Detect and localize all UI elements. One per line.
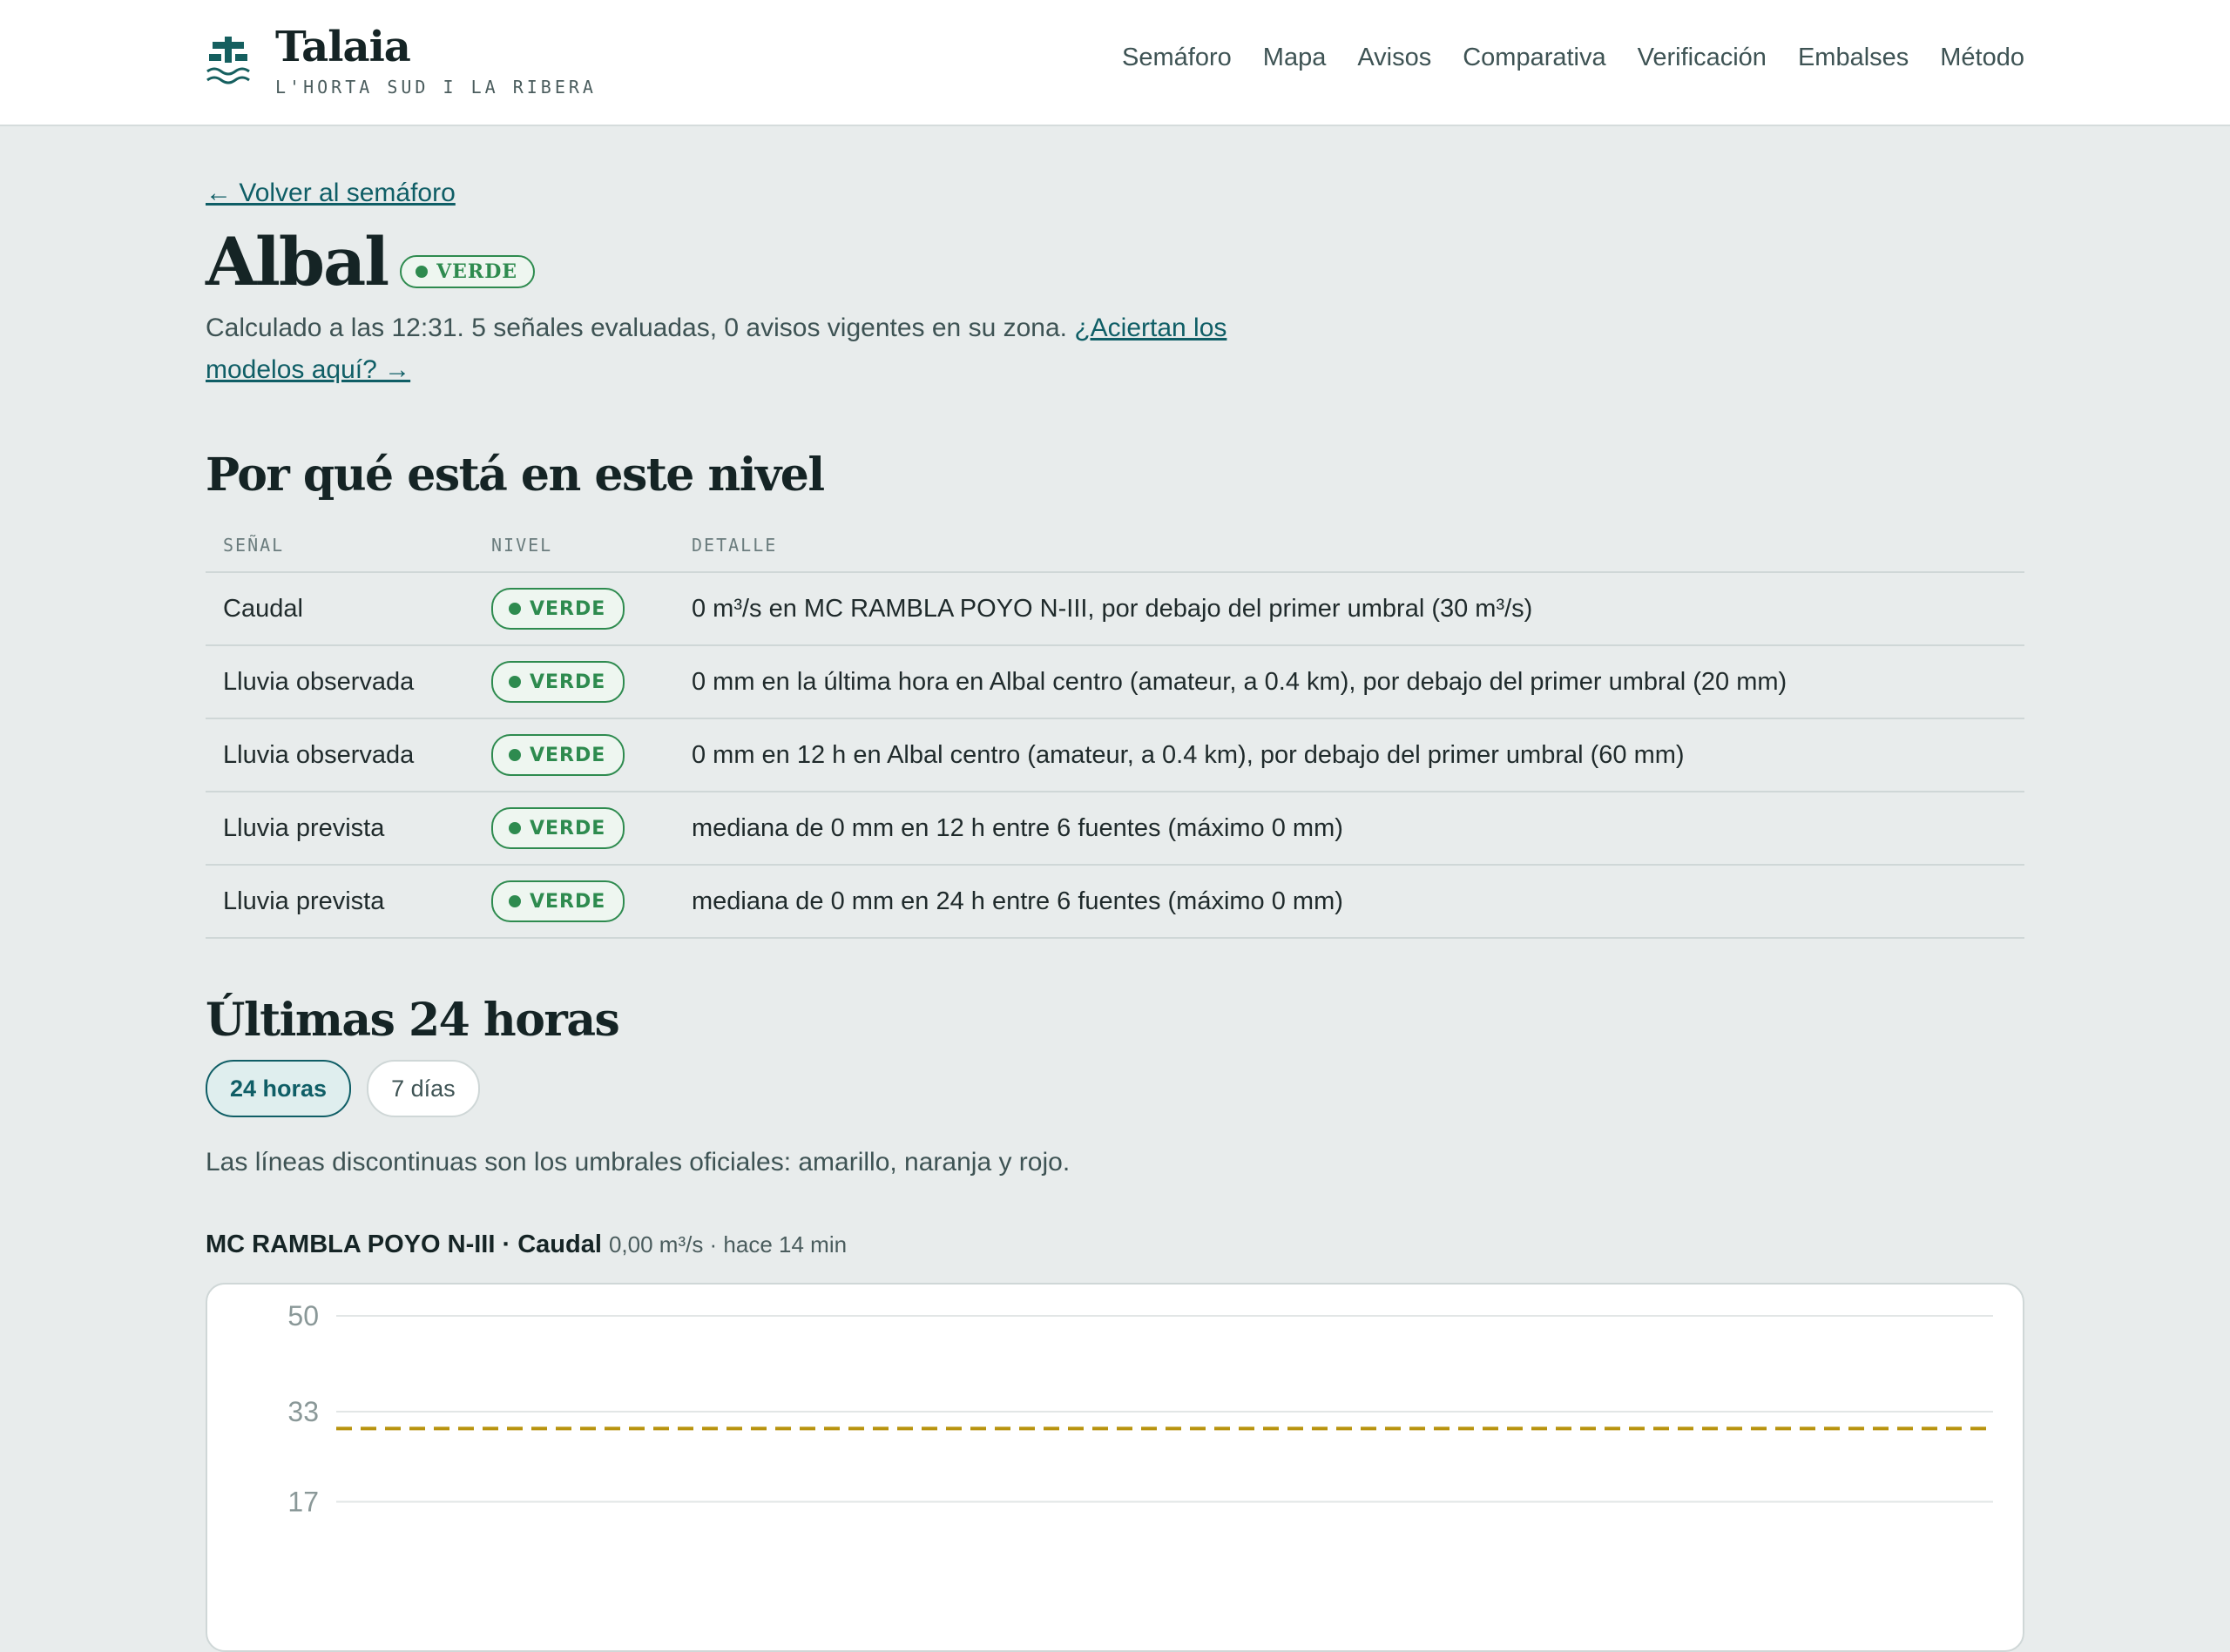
threshold-note: Las líneas discontinuas son los umbrales… — [206, 1148, 1071, 1177]
level-badge: VERDE — [491, 807, 625, 849]
col-detail: DETALLE — [692, 535, 778, 556]
watchtower-waves-icon — [206, 37, 250, 84]
main-nav: Semáforo Mapa Avisos Comparativa Verific… — [1122, 44, 2024, 72]
status-dot-icon — [509, 749, 521, 761]
signal-name: Lluvia observada — [223, 667, 415, 696]
summary: Calculado a las 12:31. 5 señales evaluad… — [206, 307, 1277, 391]
signal-name: Lluvia observada — [223, 740, 415, 769]
level-badge: VERDE — [491, 734, 625, 776]
nav-avisos[interactable]: Avisos — [1357, 44, 1431, 72]
nav-metodo[interactable]: Método — [1940, 44, 2024, 72]
col-level: NIVEL — [491, 535, 553, 556]
level-label: VERDE — [530, 744, 606, 766]
chart-title: MC RAMBLA POYO N-III · Caudal 0,00 m³/s … — [206, 1231, 847, 1259]
signal-name: Caudal — [223, 594, 303, 623]
status-dot-icon — [416, 266, 429, 278]
tab-7-dias[interactable]: 7 días — [367, 1060, 480, 1117]
chart-station: MC RAMBLA POYO N-III — [206, 1231, 496, 1258]
signal-detail: mediana de 0 mm en 12 h entre 6 fuentes … — [692, 813, 1343, 842]
chart-meta: 0,00 m³/s · hace 14 min — [608, 1231, 848, 1258]
signals-table: SEÑAL NIVEL DETALLE Caudal VERDE 0 m³/s … — [206, 523, 2024, 939]
table-row: Lluvia observada VERDE 0 mm en 12 h en A… — [206, 719, 2024, 792]
level-badge: VERDE — [491, 588, 625, 630]
y-tick-label: 17 — [287, 1487, 319, 1518]
table-row: Lluvia prevista VERDE mediana de 0 mm en… — [206, 792, 2024, 866]
y-tick-label: 33 — [287, 1396, 319, 1427]
status-badge: VERDE — [400, 255, 536, 288]
nav-verificacion[interactable]: Verificación — [1638, 44, 1767, 72]
top-bar: Talaia L'HORTA SUD I LA RIBERA Semáforo … — [0, 0, 2230, 126]
last-24h-heading: Últimas 24 horas — [206, 994, 620, 1047]
back-link[interactable]: ← Volver al semáforo — [206, 179, 456, 208]
status-dot-icon — [509, 895, 521, 907]
level-cell: VERDE — [491, 719, 625, 791]
table-header: SEÑAL NIVEL DETALLE — [206, 523, 2024, 573]
title-row: Albal VERDE — [206, 223, 536, 300]
level-label: VERDE — [530, 597, 606, 620]
brand-name: Talaia — [275, 23, 411, 71]
flow-chart-svg: 50 33 17 — [287, 1300, 1993, 1518]
level-cell: VERDE — [491, 792, 625, 864]
y-tick-label: 50 — [287, 1300, 319, 1332]
status-dot-icon — [509, 822, 521, 834]
table-row: Lluvia observada VERDE 0 mm en la última… — [206, 646, 2024, 719]
nav-mapa[interactable]: Mapa — [1263, 44, 1327, 72]
signal-detail: 0 mm en la última hora en Albal centro (… — [692, 667, 1787, 696]
status-label: VERDE — [436, 260, 518, 283]
why-heading: Por qué está en este nivel — [206, 448, 825, 502]
col-signal: SEÑAL — [223, 535, 285, 556]
signal-detail: 0 m³/s en MC RAMBLA POYO N-III, por deba… — [692, 594, 1533, 623]
brand-subtitle: L'HORTA SUD I LA RIBERA — [275, 77, 597, 98]
level-label: VERDE — [530, 817, 606, 839]
nav-semaforo[interactable]: Semáforo — [1122, 44, 1232, 72]
tab-24-horas[interactable]: 24 horas — [206, 1060, 352, 1117]
level-cell: VERDE — [491, 573, 625, 644]
table-row: Caudal VERDE 0 m³/s en MC RAMBLA POYO N-… — [206, 573, 2024, 646]
range-tabs: 24 horas 7 días — [206, 1060, 480, 1117]
chart-variable: · Caudal — [502, 1231, 602, 1258]
signal-detail: mediana de 0 mm en 24 h entre 6 fuentes … — [692, 887, 1343, 915]
flow-chart: 50 33 17 — [206, 1283, 2024, 1652]
nav-embalses[interactable]: Embalses — [1798, 44, 1909, 72]
level-label: VERDE — [530, 890, 606, 913]
signal-name: Lluvia prevista — [223, 813, 385, 842]
level-cell: VERDE — [491, 866, 625, 937]
signal-detail: 0 mm en 12 h en Albal centro (amateur, a… — [692, 740, 1685, 769]
status-dot-icon — [509, 676, 521, 688]
level-label: VERDE — [530, 671, 606, 693]
nav-comparativa[interactable]: Comparativa — [1463, 44, 1605, 72]
level-badge: VERDE — [491, 880, 625, 922]
level-cell: VERDE — [491, 646, 625, 718]
table-row: Lluvia prevista VERDE mediana de 0 mm en… — [206, 866, 2024, 939]
status-dot-icon — [509, 603, 521, 615]
summary-text: Calculado a las 12:31. 5 señales evaluad… — [206, 314, 1067, 342]
page-title: Albal — [206, 223, 389, 300]
level-badge: VERDE — [491, 661, 625, 703]
signal-name: Lluvia prevista — [223, 887, 385, 915]
